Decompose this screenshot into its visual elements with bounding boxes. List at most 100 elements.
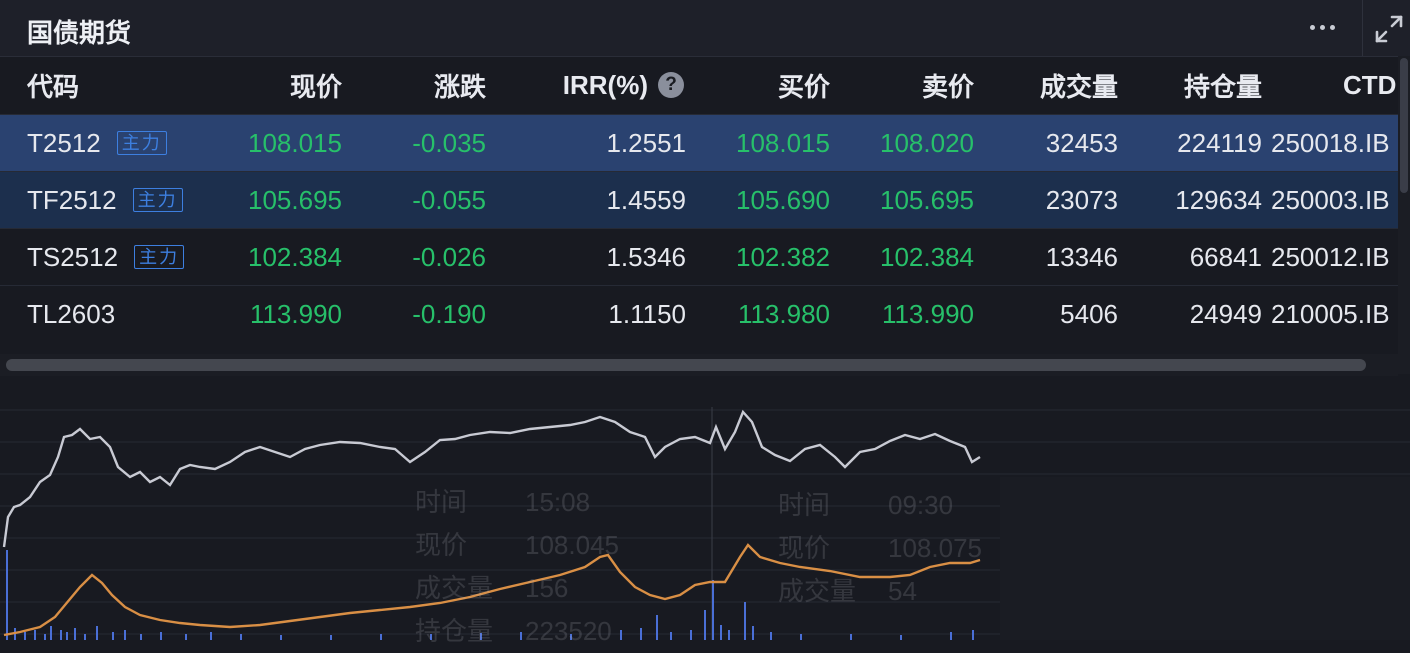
volume-bar	[34, 630, 36, 640]
cell-irr: 1.1150	[608, 298, 686, 329]
horizontal-scrollbar[interactable]	[0, 354, 1398, 376]
cell-bid: 102.382	[736, 241, 830, 272]
main-contract-badge: 主力	[132, 188, 183, 212]
volume-bar	[66, 632, 68, 640]
cell-code: T2512 主力	[27, 115, 167, 171]
volume-bar	[160, 632, 162, 640]
cell-code: TF2512 主力	[27, 172, 183, 228]
cell-oi: 129634	[1175, 184, 1262, 215]
col-ask[interactable]: 卖价	[922, 56, 974, 114]
cell-volume: 13346	[1045, 241, 1118, 272]
more-icon[interactable]	[1300, 12, 1344, 42]
cell-volume: 32453	[1045, 127, 1118, 158]
tooltip-value: 108.075	[888, 533, 982, 563]
contract-code: TF2512	[27, 184, 117, 215]
col-volume[interactable]: 成交量	[1040, 56, 1118, 114]
volume-bar	[24, 632, 26, 640]
volume-bar	[96, 626, 98, 640]
volume-bar	[330, 635, 332, 640]
col-code[interactable]: 代码	[27, 56, 79, 114]
tooltip-a: 时间 15:08 现价 108.045 成交量 156 持仓量 223520	[415, 481, 655, 651]
vertical-scrollbar[interactable]	[1398, 56, 1410, 374]
volume-bar	[752, 626, 754, 640]
volume-bar	[74, 628, 76, 640]
cell-bid: 108.015	[736, 127, 830, 158]
volume-bar	[6, 550, 8, 640]
volume-bar	[50, 626, 52, 640]
volume-bar	[210, 632, 212, 640]
futures-table: 代码 现价 涨跌 IRR(%) ? 买价 卖价 成交量 持仓量 CTD T251…	[0, 56, 1398, 342]
cell-code: TL2603	[27, 286, 115, 342]
contract-code: TL2603	[27, 298, 116, 329]
expand-icon[interactable]	[1372, 12, 1406, 46]
col-bid[interactable]: 买价	[778, 56, 830, 114]
tooltip-label: 时间	[778, 490, 831, 520]
table-row[interactable]: TL2603 113.990 -0.190 1.1150 113.980 113…	[0, 285, 1398, 342]
vertical-scroll-thumb[interactable]	[1400, 58, 1408, 193]
header-divider	[1362, 0, 1363, 56]
cell-ask: 105.695	[880, 184, 974, 215]
volume-bar	[728, 630, 730, 640]
tooltip-label: 现价	[778, 533, 831, 563]
col-ctd[interactable]: CTD	[1343, 56, 1396, 114]
volume-bar	[240, 634, 242, 640]
volume-bar	[60, 630, 62, 640]
tooltip-label: 现价	[415, 530, 468, 560]
cell-bid: 113.980	[737, 298, 830, 329]
tooltip-label: 成交量	[778, 576, 857, 606]
cell-oi: 224119	[1177, 127, 1262, 158]
contract-code: T2512	[27, 127, 101, 158]
volume-bar	[690, 630, 692, 640]
cell-irr: 1.2551	[606, 127, 686, 158]
main-contract-badge: 主力	[116, 131, 167, 155]
volume-bar	[112, 632, 114, 640]
cell-ctd: 250018.IB	[1271, 127, 1390, 158]
volume-bar	[140, 634, 142, 640]
cell-ctd: 250012.IB	[1271, 241, 1390, 272]
cell-code: TS2512 主力	[27, 229, 185, 285]
volume-bar	[185, 634, 187, 640]
chart-shade	[1000, 477, 1410, 640]
cell-oi: 24949	[1189, 298, 1262, 329]
volume-bar	[280, 635, 282, 640]
volume-bar	[720, 625, 722, 640]
table-row[interactable]: TS2512 主力 102.384 -0.026 1.5346 102.382 …	[0, 228, 1398, 285]
volume-bar	[712, 580, 714, 640]
cell-irr: 1.5346	[606, 241, 686, 272]
intraday-chart[interactable]: 时间 15:08 现价 108.045 成交量 156 持仓量 223520 时…	[0, 377, 1410, 646]
help-icon[interactable]: ?	[658, 72, 684, 98]
cell-ask: 102.384	[880, 241, 974, 272]
col-irr[interactable]: IRR(%) ?	[563, 56, 684, 114]
cell-irr: 1.4559	[606, 184, 686, 215]
table-row[interactable]: TF2512 主力 105.695 -0.055 1.4559 105.690 …	[0, 171, 1398, 228]
cell-change: -0.190	[412, 298, 486, 329]
table-row[interactable]: T2512 主力 108.015 -0.035 1.2551 108.015 1…	[0, 114, 1398, 171]
tooltip-label: 成交量	[415, 573, 494, 603]
col-change[interactable]: 涨跌	[434, 56, 486, 114]
cell-ctd: 210005.IB	[1271, 298, 1390, 329]
cell-price: 108.015	[248, 127, 342, 158]
volume-bar	[704, 610, 706, 640]
horizontal-scroll-thumb[interactable]	[6, 359, 1366, 371]
volume-bar	[380, 634, 382, 640]
cell-ask: 113.990	[881, 298, 974, 329]
volume-bar	[770, 632, 772, 640]
volume-bar	[44, 634, 46, 640]
panel-header: 国债期货	[0, 0, 1410, 57]
cell-ask: 108.020	[880, 127, 974, 158]
cell-change: -0.026	[412, 241, 486, 272]
volume-bar	[84, 634, 86, 640]
tooltip-label: 时间	[415, 487, 468, 517]
volume-bar	[670, 632, 672, 640]
table-header: 代码 现价 涨跌 IRR(%) ? 买价 卖价 成交量 持仓量 CTD	[0, 56, 1398, 114]
cell-bid: 105.690	[736, 184, 830, 215]
col-price[interactable]: 现价	[290, 56, 342, 114]
cell-volume: 23073	[1045, 184, 1118, 215]
col-irr-label: IRR(%)	[562, 69, 648, 100]
col-oi[interactable]: 持仓量	[1184, 56, 1262, 114]
tooltip-value: 223520	[525, 616, 612, 646]
volume-bar	[656, 615, 658, 640]
cell-ctd: 250003.IB	[1271, 184, 1390, 215]
contract-code: TS2512	[27, 241, 119, 272]
chart-canvas	[0, 407, 1410, 640]
